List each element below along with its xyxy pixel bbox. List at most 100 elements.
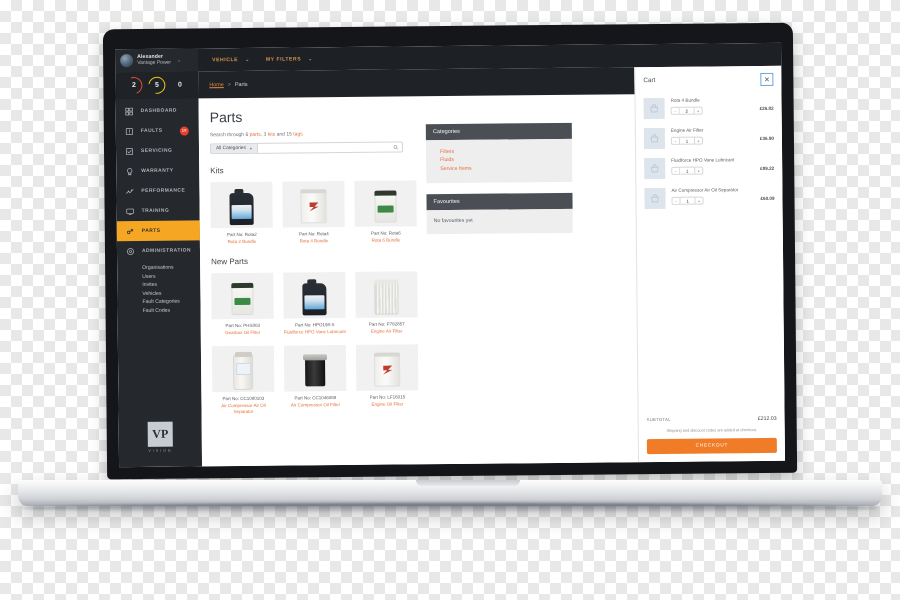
laptop-mockup: Alexander Vantage Power ⌄ VEHICLE ⌄ MY F… — [0, 0, 900, 600]
quantity-value[interactable]: 1 — [680, 166, 695, 175]
cart-drawer: Cart ✕ Rota 4 Bundle - 2 + £26.82 Engine… — [634, 65, 786, 463]
laptop-base-notch — [416, 480, 520, 486]
quantity-increase-button[interactable]: + — [693, 136, 703, 145]
quantity-decrease-button[interactable]: - — [670, 106, 680, 115]
search-summary-parts[interactable]: parts — [250, 132, 261, 138]
quantity-stepper[interactable]: - 2 + — [670, 106, 703, 115]
quantity-increase-button[interactable]: + — [694, 166, 704, 175]
product-name[interactable]: Rota 2 Bundle — [211, 239, 273, 246]
quantity-decrease-button[interactable]: - — [670, 136, 680, 145]
cart-item-price: £26.82 — [759, 105, 774, 112]
top-menu-my-filters[interactable]: MY FILTERS ⌄ — [266, 56, 313, 62]
kits-grid: Part No: Rota2 Rota 2 Bundle Part No: Ro… — [210, 180, 417, 245]
checkout-button[interactable]: CHECKOUT — [646, 437, 777, 455]
parts-column: Parts Search through 6 parts, 3 kits and… — [210, 107, 419, 466]
product-name[interactable]: Air Compressor Oil Filter — [284, 402, 346, 409]
close-icon[interactable]: ✕ — [760, 72, 774, 87]
product-card[interactable]: Part No: HPO198-S Fluidforce HPO Vane Lu… — [283, 272, 346, 336]
category-link-service-items[interactable]: Service Items — [440, 164, 565, 174]
category-select[interactable]: All Categories ▾ — [209, 142, 257, 155]
sidebar-subitem-fault-codes[interactable]: Fault Codes — [143, 306, 201, 315]
basket-icon — [644, 187, 666, 210]
product-name[interactable]: Gearbox Oil Filter — [212, 330, 274, 337]
cart-header: Cart ✕ — [635, 66, 781, 92]
quantity-increase-button[interactable]: + — [694, 196, 704, 205]
sidebar-item-label: ADMINISTRATION — [141, 247, 192, 254]
top-menu-vehicle[interactable]: VEHICLE ⌄ — [212, 56, 250, 62]
search-summary-prefix: Search through 6 — [209, 131, 250, 139]
product-part-number: Part No: CC1080103 — [222, 395, 265, 402]
cart-item-name: Engine Air Filter — [670, 127, 704, 133]
product-card[interactable]: Part No: PHS803 Gearbox Oil Filter — [211, 272, 274, 337]
product-part-number: Part No: LF16015 — [369, 394, 406, 400]
sidebar-item-performance[interactable]: PERFORMANCE — [116, 180, 199, 201]
sidebar-item-label: DASHBOARD — [140, 108, 177, 114]
stat-servicing[interactable]: 5 — [145, 73, 169, 98]
search-icon — [393, 144, 398, 150]
sidebar-item-label: PARTS — [141, 228, 161, 234]
product-part-number: Part No: HPO198-S — [294, 322, 335, 328]
administration-icon — [126, 247, 135, 256]
search-summary-tags[interactable]: tags — [293, 131, 303, 137]
quantity-decrease-button[interactable]: - — [671, 196, 681, 205]
product-thumbnail — [355, 344, 419, 391]
quantity-value[interactable]: 2 — [679, 106, 694, 115]
sidebar-item-warranty[interactable]: WARRANTY — [116, 160, 199, 181]
product-name[interactable]: Air Compressor Air Oil Separator — [212, 403, 274, 416]
product-name[interactable]: Engine Oil Filter — [356, 401, 418, 408]
sidebar-item-administration[interactable]: ADMINISTRATION — [117, 240, 200, 261]
product-thumbnail — [282, 181, 345, 228]
cart-item-name: Rota 4 Bundle — [670, 97, 700, 103]
avatar — [120, 54, 134, 68]
categories-panel: Categories Filters Fluids Service Items — [425, 122, 573, 184]
product-card[interactable]: Part No: P782857 Engine Air Filter — [355, 271, 418, 335]
product-thumbnail — [210, 181, 273, 229]
product-name[interactable]: Rota 6 Bundle — [355, 237, 417, 244]
product-card[interactable]: Part No: LF16015 Engine Oil Filter — [355, 344, 419, 414]
stat-other[interactable]: 0 — [171, 77, 188, 94]
stat-faults[interactable]: 2 — [122, 74, 146, 97]
sidebar-item-faults[interactable]: FAULTS 10 — [116, 120, 199, 141]
quantity-stepper[interactable]: - 1 + — [671, 166, 704, 175]
main-content: Home > Parts Parts Search through 6 part… — [198, 67, 639, 467]
quantity-stepper[interactable]: - 1 + — [671, 196, 704, 205]
new-parts-heading: New Parts — [211, 256, 249, 267]
breadcrumb-current: Parts — [234, 81, 248, 88]
product-name[interactable]: Rota 4 Bundle — [283, 238, 345, 245]
sidebar-item-label: PERFORMANCE — [141, 188, 186, 194]
product-card[interactable]: Part No: Rota2 Rota 2 Bundle — [210, 181, 273, 246]
product-card[interactable]: Part No: CC1046088 Air Compressor Oil Fi… — [283, 345, 347, 415]
product-name[interactable]: Fluidforce HPO Vane Lubricant — [284, 329, 346, 336]
breadcrumb-home[interactable]: Home — [209, 82, 223, 88]
quantity-value[interactable]: 1 — [679, 136, 694, 145]
product-card[interactable]: Part No: Rota4 Rota 4 Bundle — [282, 181, 345, 245]
search-summary-and: and 15 — [275, 131, 294, 138]
quantity-value[interactable]: 1 — [680, 196, 695, 205]
top-menu-my-filters-label: MY FILTERS — [265, 55, 302, 63]
quantity-stepper[interactable]: - 1 + — [670, 136, 703, 145]
sidebar-item-label: SERVICING — [141, 148, 173, 154]
sidebar-logo: VP VISION — [119, 411, 203, 467]
sidebar-item-training[interactable]: TRAINING — [117, 200, 200, 221]
sidebar-item-parts[interactable]: PARTS — [116, 220, 200, 242]
product-thumbnail — [354, 180, 417, 227]
search-input[interactable] — [256, 141, 404, 154]
sidebar-item-servicing[interactable]: SERVICING — [116, 140, 199, 161]
user-menu[interactable]: Alexander Vantage Power ⌄ — [115, 48, 199, 73]
product-card[interactable]: Part No: CC1080103 Air Compressor Air Oi… — [211, 345, 275, 416]
training-icon — [126, 207, 135, 216]
quantity-decrease-button[interactable]: - — [671, 166, 681, 175]
quantity-increase-button[interactable]: + — [693, 106, 703, 115]
stat-servicing-value: 5 — [154, 81, 159, 89]
dashboard-icon — [125, 107, 134, 116]
product-part-number: Part No: Rota6 — [370, 230, 401, 236]
product-part-number: Part No: Rota2 — [226, 231, 257, 238]
top-menu: VEHICLE ⌄ MY FILTERS ⌄ — [212, 56, 313, 63]
categories-panel-title: Categories — [425, 122, 572, 141]
product-card[interactable]: Part No: Rota6 Rota 6 Bundle — [354, 180, 417, 244]
sidebar-item-dashboard[interactable]: DASHBOARD — [116, 100, 199, 121]
stat-other-value: 0 — [177, 81, 182, 89]
stat-faults-value: 2 — [131, 82, 136, 90]
product-name[interactable]: Engine Air Filter — [356, 328, 418, 335]
breadcrumb-separator: > — [227, 81, 231, 88]
